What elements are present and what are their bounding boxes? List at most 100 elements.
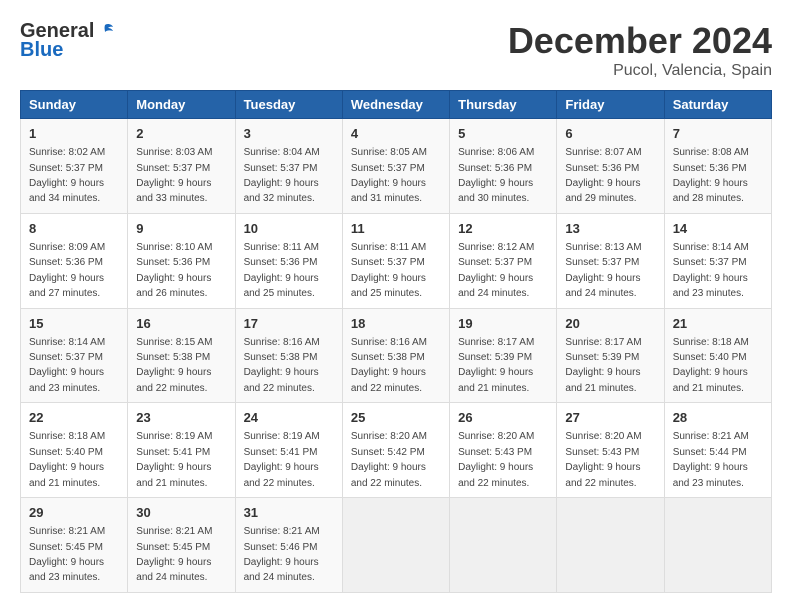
day-info: Sunrise: 8:10 AMSunset: 5:36 PMDaylight:… <box>136 242 212 299</box>
calendar-cell: 15 Sunrise: 8:14 AMSunset: 5:37 PMDaylig… <box>21 308 128 403</box>
day-number: 18 <box>351 315 441 333</box>
calendar-cell: 2 Sunrise: 8:03 AMSunset: 5:37 PMDayligh… <box>128 119 235 214</box>
calendar-cell: 19 Sunrise: 8:17 AMSunset: 5:39 PMDaylig… <box>450 308 557 403</box>
day-info: Sunrise: 8:21 AMSunset: 5:46 PMDaylight:… <box>244 526 320 583</box>
day-number: 2 <box>136 125 226 143</box>
day-number: 17 <box>244 315 334 333</box>
day-info: Sunrise: 8:06 AMSunset: 5:36 PMDaylight:… <box>458 147 534 204</box>
column-header-sunday: Sunday <box>21 91 128 119</box>
calendar-cell: 21 Sunrise: 8:18 AMSunset: 5:40 PMDaylig… <box>664 308 771 403</box>
day-info: Sunrise: 8:09 AMSunset: 5:36 PMDaylight:… <box>29 242 105 299</box>
day-number: 3 <box>244 125 334 143</box>
day-info: Sunrise: 8:16 AMSunset: 5:38 PMDaylight:… <box>351 337 427 394</box>
day-number: 12 <box>458 220 548 238</box>
calendar-cell: 13 Sunrise: 8:13 AMSunset: 5:37 PMDaylig… <box>557 213 664 308</box>
day-number: 30 <box>136 504 226 522</box>
calendar-cell <box>450 498 557 593</box>
day-info: Sunrise: 8:05 AMSunset: 5:37 PMDaylight:… <box>351 147 427 204</box>
day-info: Sunrise: 8:11 AMSunset: 5:36 PMDaylight:… <box>244 242 319 299</box>
page-header: General Blue December 2024 Pucol, Valenc… <box>20 20 772 80</box>
day-number: 28 <box>673 409 763 427</box>
day-info: Sunrise: 8:18 AMSunset: 5:40 PMDaylight:… <box>673 337 749 394</box>
title-block: December 2024 Pucol, Valencia, Spain <box>508 20 772 80</box>
location: Pucol, Valencia, Spain <box>508 62 772 80</box>
day-info: Sunrise: 8:13 AMSunset: 5:37 PMDaylight:… <box>565 242 641 299</box>
calendar-cell: 27 Sunrise: 8:20 AMSunset: 5:43 PMDaylig… <box>557 403 664 498</box>
day-info: Sunrise: 8:20 AMSunset: 5:42 PMDaylight:… <box>351 431 427 488</box>
column-header-tuesday: Tuesday <box>235 91 342 119</box>
day-info: Sunrise: 8:21 AMSunset: 5:45 PMDaylight:… <box>136 526 212 583</box>
calendar-cell: 9 Sunrise: 8:10 AMSunset: 5:36 PMDayligh… <box>128 213 235 308</box>
calendar-cell: 18 Sunrise: 8:16 AMSunset: 5:38 PMDaylig… <box>342 308 449 403</box>
day-number: 4 <box>351 125 441 143</box>
calendar-week-5: 29 Sunrise: 8:21 AMSunset: 5:45 PMDaylig… <box>21 498 772 593</box>
day-info: Sunrise: 8:14 AMSunset: 5:37 PMDaylight:… <box>673 242 749 299</box>
day-number: 16 <box>136 315 226 333</box>
day-number: 8 <box>29 220 119 238</box>
calendar-cell: 26 Sunrise: 8:20 AMSunset: 5:43 PMDaylig… <box>450 403 557 498</box>
day-info: Sunrise: 8:17 AMSunset: 5:39 PMDaylight:… <box>565 337 641 394</box>
calendar-cell: 24 Sunrise: 8:19 AMSunset: 5:41 PMDaylig… <box>235 403 342 498</box>
column-header-thursday: Thursday <box>450 91 557 119</box>
month-title: December 2024 <box>508 20 772 62</box>
day-info: Sunrise: 8:14 AMSunset: 5:37 PMDaylight:… <box>29 337 105 394</box>
calendar-cell: 16 Sunrise: 8:15 AMSunset: 5:38 PMDaylig… <box>128 308 235 403</box>
day-number: 10 <box>244 220 334 238</box>
day-number: 23 <box>136 409 226 427</box>
calendar-cell: 3 Sunrise: 8:04 AMSunset: 5:37 PMDayligh… <box>235 119 342 214</box>
day-info: Sunrise: 8:21 AMSunset: 5:45 PMDaylight:… <box>29 526 105 583</box>
day-info: Sunrise: 8:11 AMSunset: 5:37 PMDaylight:… <box>351 242 426 299</box>
day-number: 11 <box>351 220 441 238</box>
calendar-cell: 22 Sunrise: 8:18 AMSunset: 5:40 PMDaylig… <box>21 403 128 498</box>
calendar-cell <box>557 498 664 593</box>
day-info: Sunrise: 8:15 AMSunset: 5:38 PMDaylight:… <box>136 337 212 394</box>
day-info: Sunrise: 8:20 AMSunset: 5:43 PMDaylight:… <box>565 431 641 488</box>
day-number: 6 <box>565 125 655 143</box>
calendar-cell: 20 Sunrise: 8:17 AMSunset: 5:39 PMDaylig… <box>557 308 664 403</box>
calendar-cell <box>664 498 771 593</box>
day-number: 19 <box>458 315 548 333</box>
day-info: Sunrise: 8:02 AMSunset: 5:37 PMDaylight:… <box>29 147 105 204</box>
calendar-cell: 31 Sunrise: 8:21 AMSunset: 5:46 PMDaylig… <box>235 498 342 593</box>
column-header-wednesday: Wednesday <box>342 91 449 119</box>
day-info: Sunrise: 8:19 AMSunset: 5:41 PMDaylight:… <box>136 431 212 488</box>
calendar-week-1: 1 Sunrise: 8:02 AMSunset: 5:37 PMDayligh… <box>21 119 772 214</box>
column-header-monday: Monday <box>128 91 235 119</box>
day-info: Sunrise: 8:16 AMSunset: 5:38 PMDaylight:… <box>244 337 320 394</box>
day-number: 25 <box>351 409 441 427</box>
day-number: 22 <box>29 409 119 427</box>
day-number: 7 <box>673 125 763 143</box>
calendar-week-4: 22 Sunrise: 8:18 AMSunset: 5:40 PMDaylig… <box>21 403 772 498</box>
day-info: Sunrise: 8:12 AMSunset: 5:37 PMDaylight:… <box>458 242 534 299</box>
bird-icon <box>95 23 115 41</box>
day-number: 24 <box>244 409 334 427</box>
day-number: 26 <box>458 409 548 427</box>
day-info: Sunrise: 8:20 AMSunset: 5:43 PMDaylight:… <box>458 431 534 488</box>
day-number: 9 <box>136 220 226 238</box>
day-info: Sunrise: 8:03 AMSunset: 5:37 PMDaylight:… <box>136 147 212 204</box>
day-info: Sunrise: 8:19 AMSunset: 5:41 PMDaylight:… <box>244 431 320 488</box>
day-number: 31 <box>244 504 334 522</box>
calendar-header-row: SundayMondayTuesdayWednesdayThursdayFrid… <box>21 91 772 119</box>
calendar-cell: 28 Sunrise: 8:21 AMSunset: 5:44 PMDaylig… <box>664 403 771 498</box>
calendar-cell: 8 Sunrise: 8:09 AMSunset: 5:36 PMDayligh… <box>21 213 128 308</box>
logo: General Blue <box>20 20 115 62</box>
calendar-cell: 30 Sunrise: 8:21 AMSunset: 5:45 PMDaylig… <box>128 498 235 593</box>
calendar-cell: 29 Sunrise: 8:21 AMSunset: 5:45 PMDaylig… <box>21 498 128 593</box>
column-header-saturday: Saturday <box>664 91 771 119</box>
day-info: Sunrise: 8:18 AMSunset: 5:40 PMDaylight:… <box>29 431 105 488</box>
day-number: 13 <box>565 220 655 238</box>
calendar-week-3: 15 Sunrise: 8:14 AMSunset: 5:37 PMDaylig… <box>21 308 772 403</box>
calendar-cell: 10 Sunrise: 8:11 AMSunset: 5:36 PMDaylig… <box>235 213 342 308</box>
day-info: Sunrise: 8:21 AMSunset: 5:44 PMDaylight:… <box>673 431 749 488</box>
calendar-cell: 11 Sunrise: 8:11 AMSunset: 5:37 PMDaylig… <box>342 213 449 308</box>
column-header-friday: Friday <box>557 91 664 119</box>
day-info: Sunrise: 8:17 AMSunset: 5:39 PMDaylight:… <box>458 337 534 394</box>
day-info: Sunrise: 8:08 AMSunset: 5:36 PMDaylight:… <box>673 147 749 204</box>
day-number: 5 <box>458 125 548 143</box>
day-info: Sunrise: 8:04 AMSunset: 5:37 PMDaylight:… <box>244 147 320 204</box>
day-info: Sunrise: 8:07 AMSunset: 5:36 PMDaylight:… <box>565 147 641 204</box>
calendar-cell: 12 Sunrise: 8:12 AMSunset: 5:37 PMDaylig… <box>450 213 557 308</box>
calendar-cell: 6 Sunrise: 8:07 AMSunset: 5:36 PMDayligh… <box>557 119 664 214</box>
calendar-cell: 14 Sunrise: 8:14 AMSunset: 5:37 PMDaylig… <box>664 213 771 308</box>
